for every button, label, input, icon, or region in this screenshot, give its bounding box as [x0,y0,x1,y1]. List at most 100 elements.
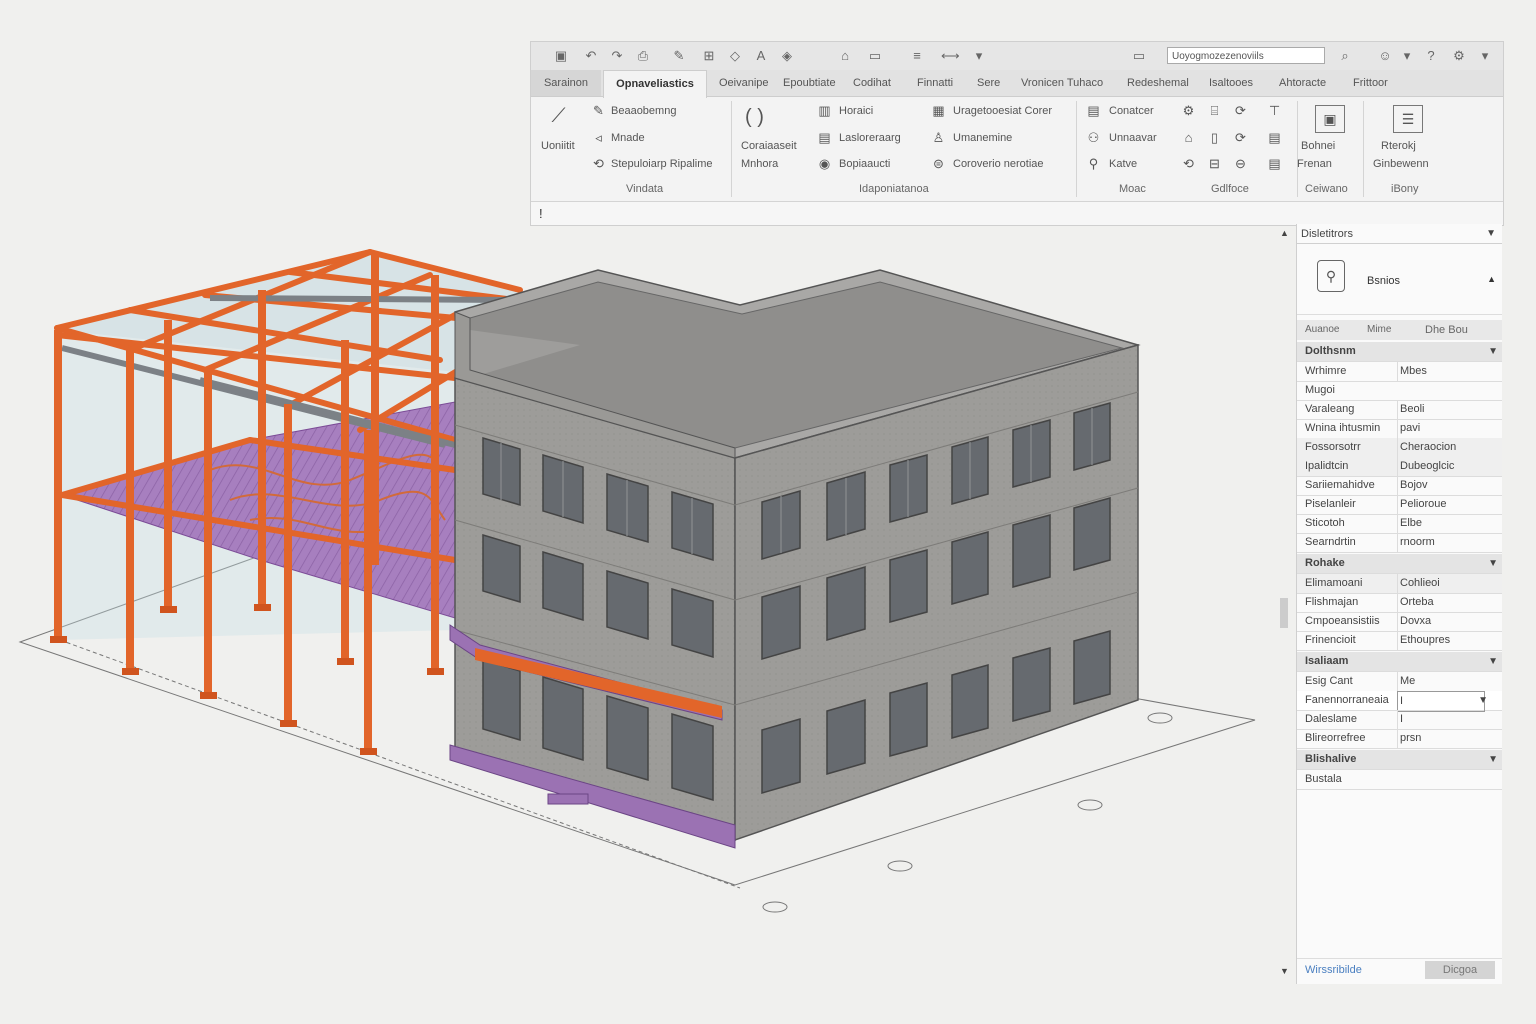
grid-icon[interactable]: ⊤ [1267,103,1282,118]
window-icon[interactable]: ▭ [1131,48,1147,64]
property-row[interactable]: Searndrtin rnoorm [1297,533,1502,553]
property-row[interactable]: Varaleang Beoli [1297,400,1502,420]
text-icon[interactable]: A [753,48,769,64]
viewport-scrollbar[interactable]: ▲ ▼ [1278,228,1292,980]
tag-icon[interactable]: ◇ [727,48,743,64]
window-icon[interactable]: ⟲ [591,156,606,171]
stair-icon[interactable]: ▦ [931,103,946,118]
ribbon-item[interactable]: Umanemine [953,131,1012,145]
door-icon[interactable]: ◃ [591,130,606,145]
search-icon[interactable]: ⌕ [1337,48,1353,64]
ribbon-item[interactable]: Coroverio nerotiae [953,157,1044,171]
scroll-thumb[interactable] [1280,598,1288,628]
align-icon[interactable]: ⊞ [701,48,717,64]
chevron-down-icon[interactable]: ▼ [1488,750,1498,769]
property-row[interactable]: Bustala [1297,770,1502,790]
undo-icon[interactable]: ↶ [583,48,599,64]
align-icon[interactable]: ≡ [909,48,925,64]
property-row[interactable]: Piselanleir Pelioroue [1297,495,1502,515]
section-icon[interactable]: ◈ [779,48,795,64]
dormer-icon[interactable]: ⟳ [1233,103,1248,118]
ribbon-big-button-label[interactable]: Ginbewenn [1373,157,1429,171]
room-icon[interactable]: ▤ [1086,103,1101,118]
tab[interactable]: Oeivanipe [719,70,769,96]
steel-frame[interactable] [50,249,523,755]
property-row[interactable]: Blireorrefree prsn [1297,729,1502,749]
tab[interactable]: Redeshemal [1127,70,1189,96]
ribbon-item[interactable]: Horaici [839,104,873,118]
chevron-down-icon[interactable]: ▼ [1478,691,1488,710]
ref-plane-icon[interactable]: ▤ [1267,130,1282,145]
chevron-down-icon[interactable]: ▼ [1488,554,1498,573]
ribbon-item[interactable]: Katve [1109,157,1137,171]
property-row[interactable]: Frinencioit Ethoupres [1297,631,1502,651]
schedule-icon[interactable]: ☰ [1393,105,1423,133]
property-row[interactable]: Wnina ihtusmin pavi [1297,419,1502,439]
redo-icon[interactable]: ↷ [609,48,625,64]
ribbon-big-button-label[interactable]: Rterokj [1381,139,1416,153]
section-header[interactable]: Isaliaam ▼ [1297,652,1502,672]
save-icon[interactable]: ▣ [553,48,569,64]
property-row[interactable]: Ipalidtcin Dubeoglcic [1297,457,1502,477]
face-icon[interactable]: ⟳ [1233,130,1248,145]
user-icon[interactable]: ☺ [1377,48,1393,64]
ribbon-item[interactable]: Lasloreraarg [839,131,901,145]
tag-icon[interactable]: ⚲ [1086,156,1101,171]
tab[interactable]: Codihat [853,70,891,96]
property-row[interactable]: Flishmajan Orteba [1297,593,1502,613]
tab[interactable]: Frittoor [1353,70,1388,96]
section-header[interactable]: Rohake ▼ [1297,554,1502,574]
area-icon[interactable]: ⚇ [1086,130,1101,145]
vertical-icon[interactable]: ▯ [1207,130,1222,145]
opening-icon[interactable]: ⚙ [1181,103,1196,118]
property-row[interactable]: Mugoi [1297,381,1502,401]
modify-icon[interactable]: ⟋ [551,106,566,126]
settings-icon[interactable]: ⚙ [1451,48,1467,64]
ribbon-item[interactable]: Coraiaaseit [741,139,797,153]
property-row[interactable]: Sariiemahidve Bojov [1297,476,1502,496]
scroll-down-icon[interactable]: ▼ [1280,966,1289,976]
ribbon-item[interactable]: Conatcer [1109,104,1154,118]
property-row[interactable]: Daleslame I [1297,710,1502,730]
tab-file[interactable]: Sarainon [531,70,601,96]
command-line[interactable]: ! [531,201,1503,225]
chevron-down-icon[interactable]: ▼ [1486,224,1496,244]
ramp-icon[interactable]: ⊜ [931,156,946,171]
ribbon-item[interactable]: Unnaavar [1109,131,1157,145]
property-row[interactable]: Elimamoani Cohlieoi [1297,574,1502,594]
railing-icon[interactable]: ♙ [931,130,946,145]
scroll-up-icon[interactable]: ▲ [1280,228,1289,238]
tab[interactable]: Finnatti [917,70,953,96]
tab[interactable]: Sere [977,70,1000,96]
tab-properties[interactable]: Auanoe [1305,320,1339,340]
property-row-dropdown[interactable]: Fanennorraneaia I ▼ [1297,691,1502,712]
type-selector[interactable]: ⚲ Bsnios ▲ [1297,248,1502,315]
brace-icon[interactable]: ◉ [817,156,832,171]
chevron-down-icon[interactable]: ▾ [971,48,987,64]
3d-view-icon[interactable]: ⌂ [837,48,853,64]
tab-edit-type[interactable]: Dhe Bou [1425,320,1468,340]
wall-icon[interactable]: ✎ [591,103,606,118]
ribbon-item[interactable]: Mnade [611,131,645,145]
tab[interactable]: Epoubtiate [783,70,836,96]
chevron-down-icon[interactable]: ▼ [1488,652,1498,671]
print-icon[interactable]: ⎙ [635,48,651,64]
beam-icon[interactable]: ▤ [817,130,832,145]
tab-type[interactable]: Mime [1367,320,1391,340]
component-icon[interactable]: ▣ [1315,105,1345,133]
chevron-up-icon[interactable]: ▲ [1487,274,1496,284]
tab[interactable]: Isaltooes [1209,70,1253,96]
viewer-icon[interactable]: ⊖ [1233,156,1248,171]
property-row[interactable]: Fossorsotrr Cheraocion [1297,438,1502,458]
shaft-icon[interactable]: ⌸ [1207,103,1222,118]
apply-button[interactable]: Dicgoa [1425,961,1495,979]
ribbon-item[interactable]: Mnhora [741,157,778,171]
window-icon[interactable]: ▭ [867,48,883,64]
tab-active[interactable]: Opnaveliastics [603,70,707,98]
bracket-icon[interactable]: ( ) [745,105,764,129]
measure-icon[interactable]: ✎ [671,48,687,64]
building-mass[interactable] [449,269,1141,849]
tab[interactable]: Ahtoracte [1279,70,1326,96]
ribbon-item[interactable]: Uragetooesiat Corer [953,104,1052,118]
modify-button[interactable]: Uoniitit [541,139,575,153]
